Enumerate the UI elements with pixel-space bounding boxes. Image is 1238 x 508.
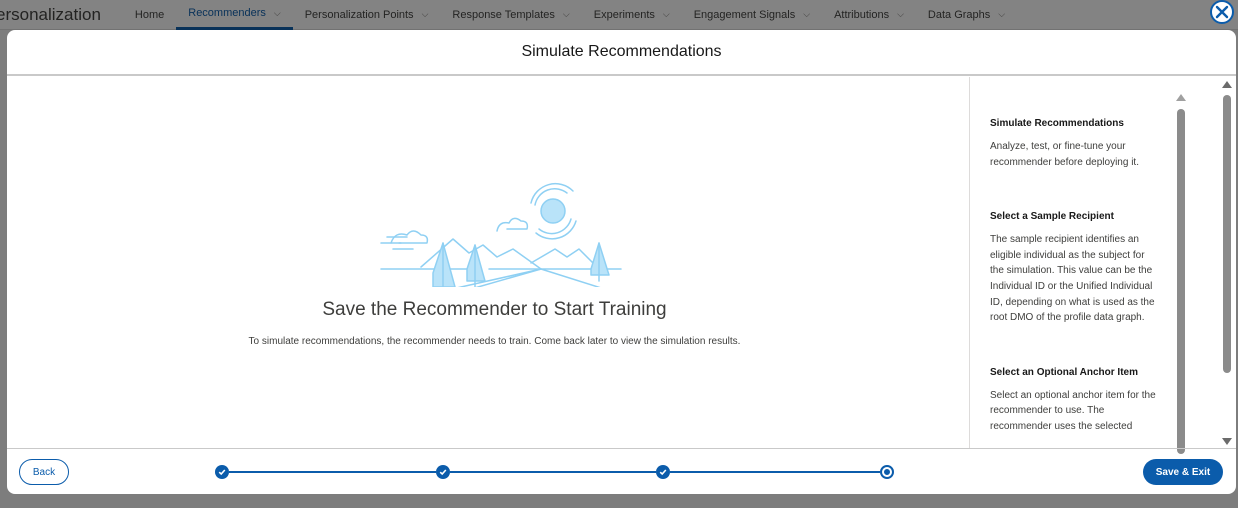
modal-header: Simulate Recommendations — [7, 30, 1236, 76]
modal-footer: Back Save & Exit — [7, 448, 1236, 494]
help-text: Analyze, test, or fine-tune your recomme… — [990, 141, 1139, 168]
step-connector — [670, 471, 880, 473]
save-and-exit-button[interactable]: Save & Exit — [1143, 459, 1223, 485]
progress-stepper — [215, 464, 894, 480]
help-text: Select an optional anchor item for the r… — [990, 389, 1156, 432]
scroll-up-arrow-icon[interactable] — [1222, 81, 1232, 88]
simulate-recommendations-modal: Simulate Recommendations Save the Recomm… — [7, 30, 1236, 494]
scroll-up-arrow-icon[interactable] — [1176, 94, 1186, 101]
back-button[interactable]: Back — [19, 459, 69, 485]
checkmark-icon — [218, 469, 226, 476]
step-current[interactable] — [880, 465, 894, 479]
help-section: Select an Optional Anchor Item Select an… — [990, 367, 1175, 435]
empty-state-description: To simulate recommendations, the recomme… — [248, 336, 741, 347]
checkmark-icon — [439, 469, 447, 476]
mountain-landscape-illustration — [380, 182, 622, 287]
help-heading: Simulate Recommendations — [990, 118, 1124, 129]
close-icon — [1215, 5, 1229, 19]
help-panel-scrollbar[interactable] — [1176, 91, 1186, 454]
modal-title: Simulate Recommendations — [521, 43, 722, 60]
help-heading: Select a Sample Recipient — [990, 211, 1114, 223]
close-modal-button[interactable] — [1210, 0, 1234, 24]
help-panel: Simulate Recommendations Analyze, test, … — [990, 77, 1175, 448]
simulation-area: Save the Recommender to Start Training T… — [7, 77, 970, 448]
help-section: Simulate Recommendations Analyze, test, … — [990, 118, 1175, 170]
checkmark-icon — [659, 469, 667, 476]
step-complete[interactable] — [436, 465, 450, 479]
step-connector — [450, 471, 656, 473]
step-connector — [229, 471, 436, 473]
scrollbar-thumb[interactable] — [1177, 109, 1185, 454]
modal-body: Save the Recommender to Start Training T… — [7, 77, 1236, 454]
scrollbar-thumb[interactable] — [1223, 95, 1231, 373]
help-section: Select a Sample Recipient The sample rec… — [990, 211, 1175, 326]
help-heading: Select an Optional Anchor Item — [990, 366, 1138, 378]
empty-state-title: Save the Recommender to Start Training — [322, 299, 667, 320]
scroll-down-arrow-icon[interactable] — [1222, 438, 1232, 445]
modal-scrollbar[interactable] — [1221, 81, 1233, 448]
step-complete[interactable] — [656, 465, 670, 479]
help-text: The sample recipient identifies an eligi… — [990, 234, 1155, 324]
step-complete[interactable] — [215, 465, 229, 479]
